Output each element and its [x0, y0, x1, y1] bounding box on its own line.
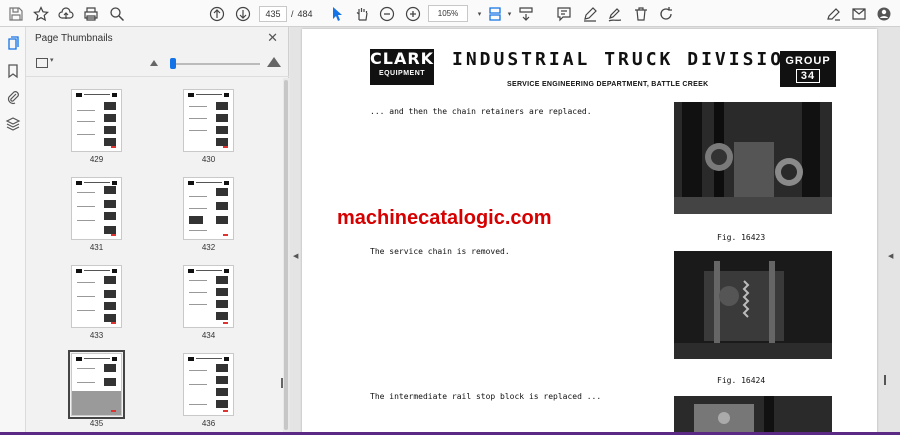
caption-rail-stop-block: The intermediate rail stop block is repl…: [370, 392, 602, 401]
zoom-level-select[interactable]: [428, 5, 468, 22]
zoom-out-icon[interactable]: [377, 4, 396, 23]
upload-cloud-icon[interactable]: [56, 4, 75, 23]
page-down-icon[interactable]: [233, 4, 252, 23]
thumbnail-tools: ▾: [26, 51, 289, 77]
attachments-paperclip-icon[interactable]: [5, 89, 21, 105]
thumbnail-label: 432: [201, 243, 216, 252]
email-icon[interactable]: [849, 4, 868, 23]
thumbnail-page-434[interactable]: 434: [183, 265, 234, 340]
layers-icon[interactable]: [5, 116, 21, 132]
panel-title: Page Thumbnails: [35, 33, 113, 44]
top-toolbar: / 484 ▾ ▾: [0, 0, 900, 27]
shrink-thumbnails-icon[interactable]: [150, 60, 158, 66]
read-mode-icon[interactable]: [516, 4, 535, 23]
thumbnail-label: 431: [89, 243, 104, 252]
panel-collapse-arrow-icon[interactable]: ◀: [293, 252, 298, 260]
thumbnail-label: 434: [201, 331, 216, 340]
delete-trash-icon[interactable]: [631, 4, 650, 23]
highlight-pen-icon[interactable]: [580, 4, 599, 23]
thumbnail-page-430[interactable]: 430: [183, 89, 234, 164]
thumbnail-options-icon[interactable]: [36, 58, 48, 68]
bookmarks-icon[interactable]: [5, 63, 21, 79]
thumbnail-label: 430: [201, 155, 216, 164]
watermark-text: machinecatalogic.com: [337, 207, 552, 229]
left-navigation-rail: [0, 27, 26, 435]
caption-service-chain: The service chain is removed.: [370, 247, 510, 256]
figure-16423-label: Fig. 16423: [717, 233, 766, 242]
zoom-search-icon[interactable]: [107, 4, 126, 23]
select-pointer-icon[interactable]: [327, 4, 346, 23]
document-viewer: ◀ CLARK EQUIPMENT INDUSTRIAL TRUCK DIVIS…: [290, 27, 900, 435]
page-thumbnails-icon[interactable]: [5, 36, 21, 52]
thumbnail-scrollbar[interactable]: [283, 78, 289, 435]
zoom-in-icon[interactable]: [403, 4, 422, 23]
thumbnail-size-slider[interactable]: [172, 63, 260, 65]
thumbnail-page-433[interactable]: 433: [71, 265, 122, 340]
document-page: CLARK EQUIPMENT INDUSTRIAL TRUCK DIVISIO…: [302, 29, 877, 435]
figure-16424-photo: [674, 251, 832, 359]
page-thumbnails-panel: Page Thumbnails ✕ ▾ 429 430 431 432 433 …: [26, 27, 289, 435]
thumbnail-page-431[interactable]: 431: [71, 177, 122, 252]
document-title: INDUSTRIAL TRUCK DIVISION: [452, 49, 798, 70]
page-navigation: / 484: [259, 5, 313, 22]
options-dropdown-icon[interactable]: ▾: [50, 56, 54, 64]
save-icon[interactable]: [6, 4, 25, 23]
bookmark-star-icon[interactable]: [31, 4, 50, 23]
total-pages: 484: [297, 8, 313, 19]
right-resize-handle[interactable]: [884, 375, 886, 385]
panel-resize-handle[interactable]: [281, 378, 283, 388]
close-panel-icon[interactable]: ✕: [267, 30, 278, 46]
page-separator: /: [291, 8, 294, 19]
page-up-icon[interactable]: [207, 4, 226, 23]
comment-icon[interactable]: [554, 4, 573, 23]
sign-icon[interactable]: [605, 4, 624, 23]
thumbnail-page-436[interactable]: 436: [183, 353, 234, 428]
figure-16423-photo: [674, 102, 832, 214]
figure-16424-label: Fig. 16424: [717, 376, 766, 385]
caption-chain-retainers: ... and then the chain retainers are rep…: [370, 107, 592, 116]
account-icon[interactable]: [874, 4, 893, 23]
thumbnail-page-435[interactable]: 435: [68, 350, 125, 428]
document-subtitle: SERVICE ENGINEERING DEPARTMENT, BATTLE C…: [507, 81, 709, 88]
page-number-input[interactable]: [259, 5, 287, 22]
enlarge-thumbnails-icon[interactable]: [267, 57, 281, 67]
thumbnail-grid: 429 430 431 432 433 434 435 436: [26, 78, 282, 435]
panel-expand-arrow-icon[interactable]: ◀: [888, 252, 893, 260]
share-edit-icon[interactable]: [824, 4, 843, 23]
rotate-icon[interactable]: [656, 4, 675, 23]
group-badge: GROUP 34: [780, 51, 836, 87]
thumbnail-label: 433: [89, 331, 104, 340]
thumbnail-page-429[interactable]: 429: [71, 89, 122, 164]
thumbnail-label: 435: [89, 419, 104, 428]
figure-next-photo: [674, 396, 832, 435]
thumbnail-label: 436: [201, 419, 216, 428]
slider-handle[interactable]: [170, 58, 176, 69]
thumbnail-page-432[interactable]: 432: [183, 177, 234, 252]
thumbnail-label: 429: [89, 155, 104, 164]
print-icon[interactable]: [81, 4, 100, 23]
hand-tool-icon[interactable]: [352, 4, 371, 23]
clark-equipment-logo: CLARK EQUIPMENT: [370, 49, 434, 85]
